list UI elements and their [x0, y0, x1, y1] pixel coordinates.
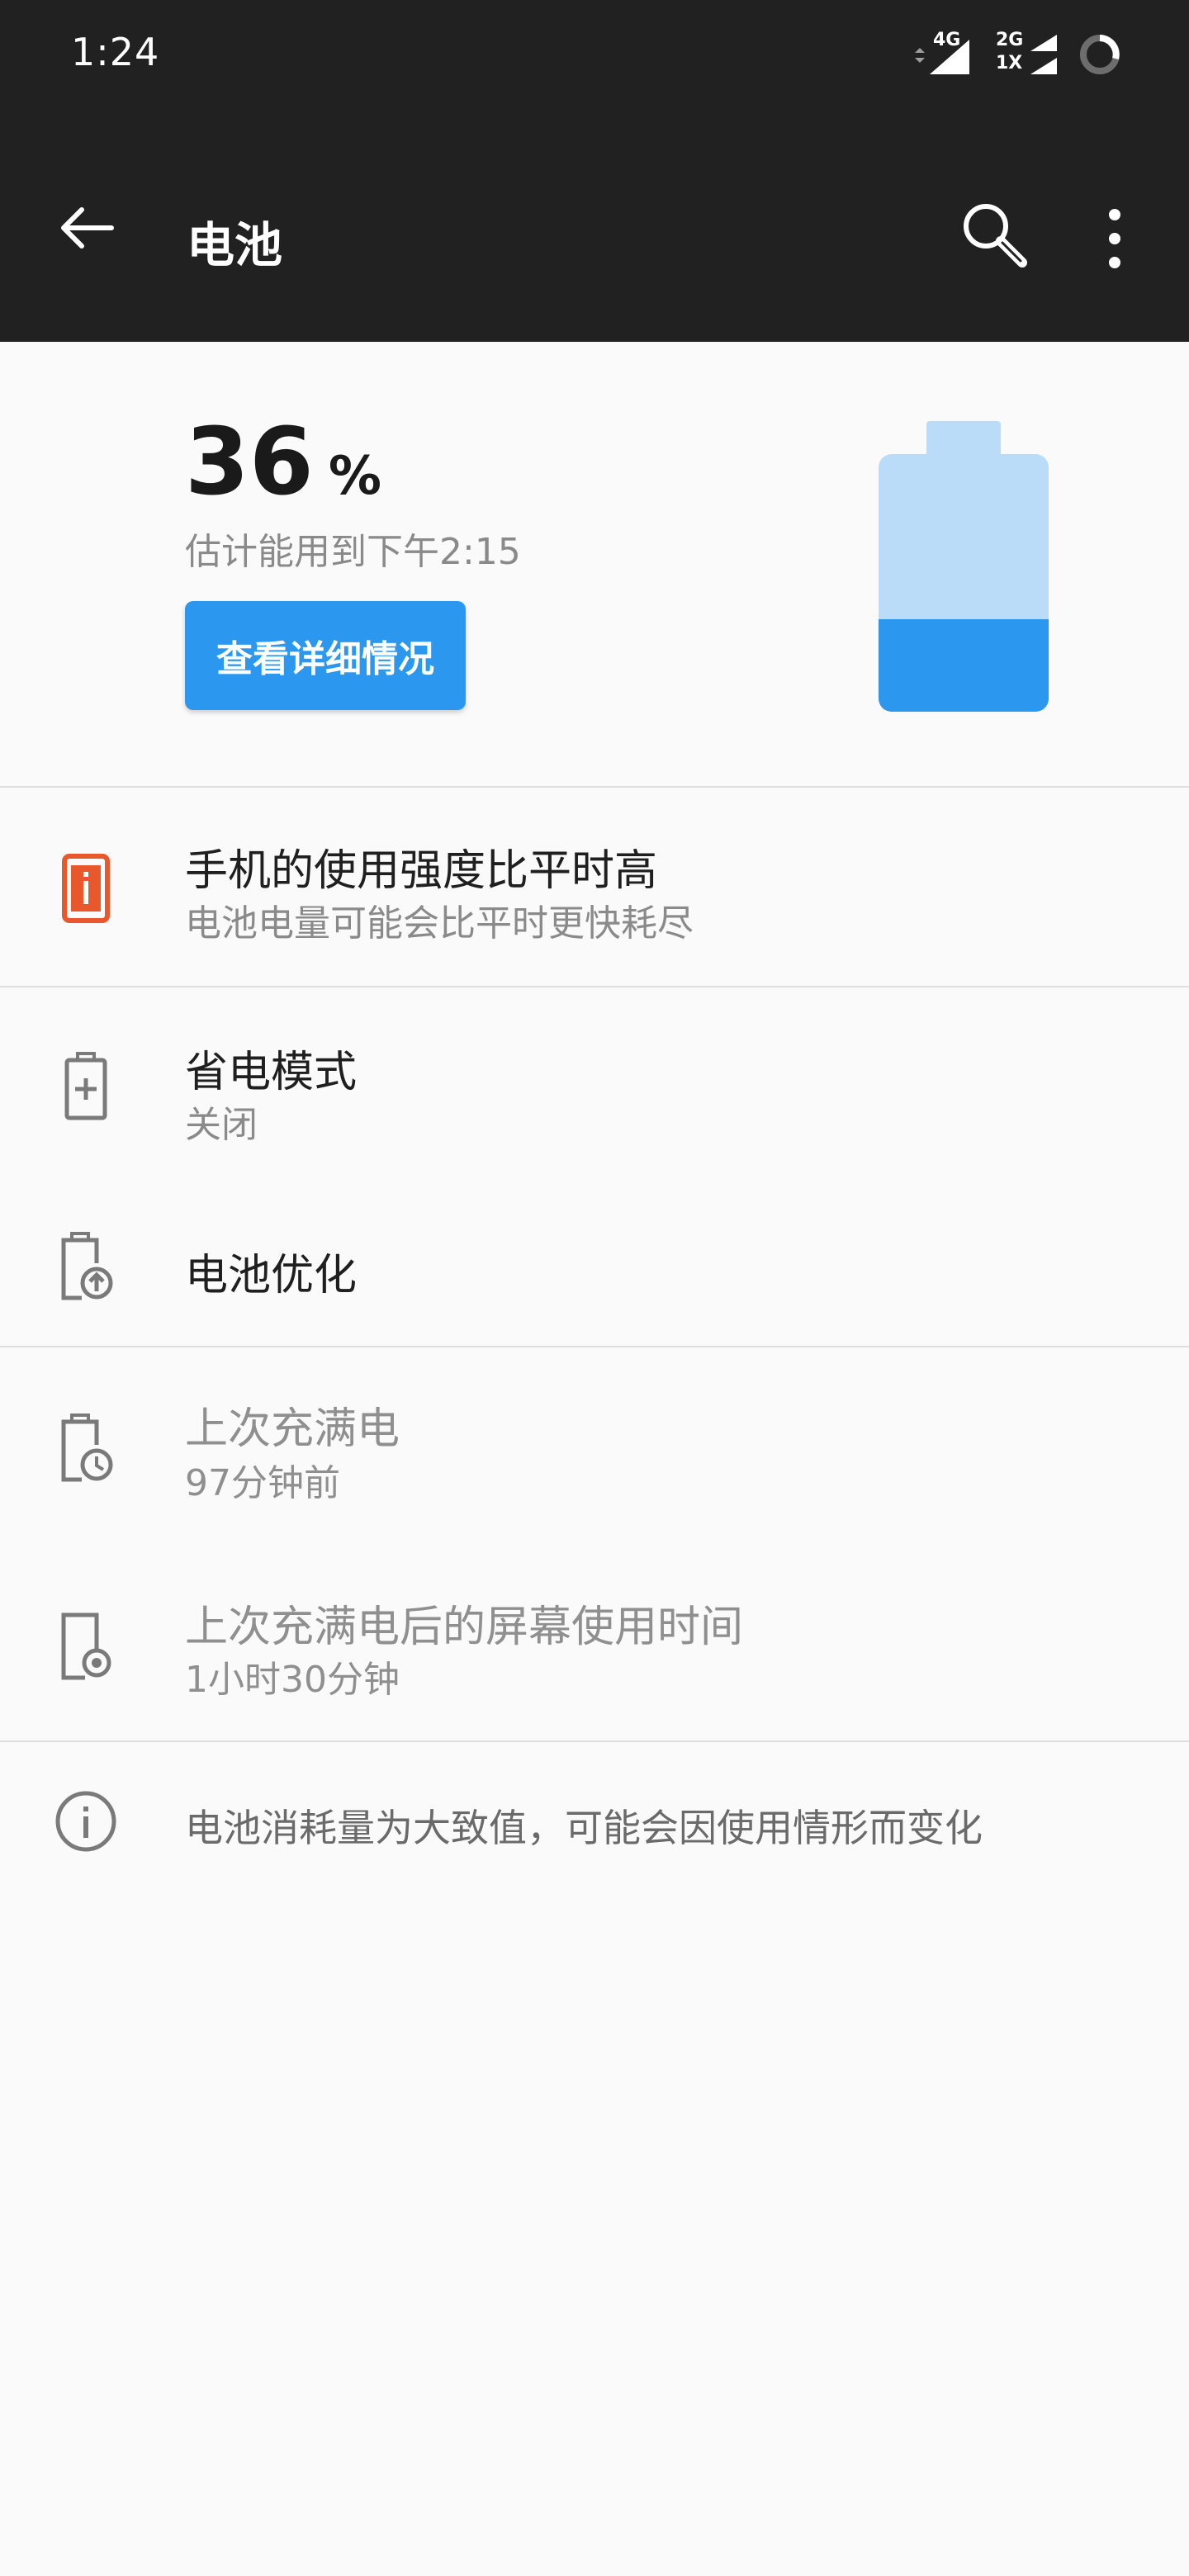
info-icon: [51, 1787, 121, 1856]
row-subtitle: 1小时30分钟: [185, 1659, 400, 1701]
row-title: 手机的使用强度比平时高: [185, 846, 658, 896]
page-title: 电池: [187, 217, 283, 273]
battery-percent-sign: %: [328, 446, 381, 507]
screen-usage-row: 上次充满电后的屏幕使用时间 1小时30分钟: [0, 1546, 1189, 1740]
battery-cap: [926, 421, 1001, 456]
battery-percentage: 36 %: [185, 416, 381, 509]
battery-usage-note: 电池消耗量为大致值，可能会因使用情形而变化: [0, 1742, 1189, 1907]
battery-percent-value: 36: [185, 409, 314, 516]
status-time: 1:24: [71, 30, 160, 74]
status-icons: 4G 2G 1X: [912, 30, 1123, 79]
battery-level-graphic: [879, 421, 1049, 712]
battery-optimization-row[interactable]: 电池优化: [0, 1186, 1189, 1346]
row-title: 省电模式: [185, 1048, 358, 1097]
app-bar: 电池: [0, 109, 1189, 342]
battery-body: [879, 454, 1049, 712]
more-vert-icon[interactable]: [1090, 201, 1139, 276]
row-title: 电池优化: [185, 1251, 358, 1300]
battery-fill: [879, 618, 1049, 712]
last-full-charge-row: 上次充满电 97分钟前: [0, 1347, 1189, 1546]
search-icon[interactable]: [958, 198, 1032, 272]
battery-clock-icon: [51, 1413, 121, 1483]
signal-2g-1x-icon: 2G 1X: [994, 31, 1060, 78]
usage-alert-row[interactable]: 手机的使用强度比平时高 电池电量可能会比平时更快耗尽: [0, 788, 1189, 986]
battery-ring-icon: [1080, 35, 1120, 74]
battery-optimize-icon: [51, 1232, 121, 1301]
row-title: 上次充满电后的屏幕使用时间: [185, 1603, 744, 1652]
row-subtitle: 97分钟前: [185, 1462, 340, 1504]
battery-estimate: 估计能用到下午2:15: [185, 531, 521, 573]
row-subtitle: 关闭: [185, 1104, 258, 1146]
view-details-button[interactable]: 查看详细情况: [185, 601, 466, 710]
battery-plus-icon: [51, 1052, 121, 1121]
row-subtitle: 电池电量可能会比平时更快耗尽: [185, 902, 694, 945]
status-bar: 1:24 4G 2G 1X: [0, 0, 1189, 109]
row-title: 上次充满电: [185, 1404, 400, 1454]
signal-4g-icon: 4G: [912, 31, 978, 78]
phone-screen-time-icon: [51, 1612, 121, 1681]
phone-alert-icon: [51, 854, 121, 923]
power-saving-row[interactable]: 省电模式 关闭: [0, 987, 1189, 1186]
back-arrow-icon[interactable]: [50, 198, 124, 258]
note-text: 电池消耗量为大致值，可能会因使用情形而变化: [185, 1806, 983, 1850]
battery-summary: 36 % 估计能用到下午2:15 查看详细情况: [0, 342, 1189, 788]
